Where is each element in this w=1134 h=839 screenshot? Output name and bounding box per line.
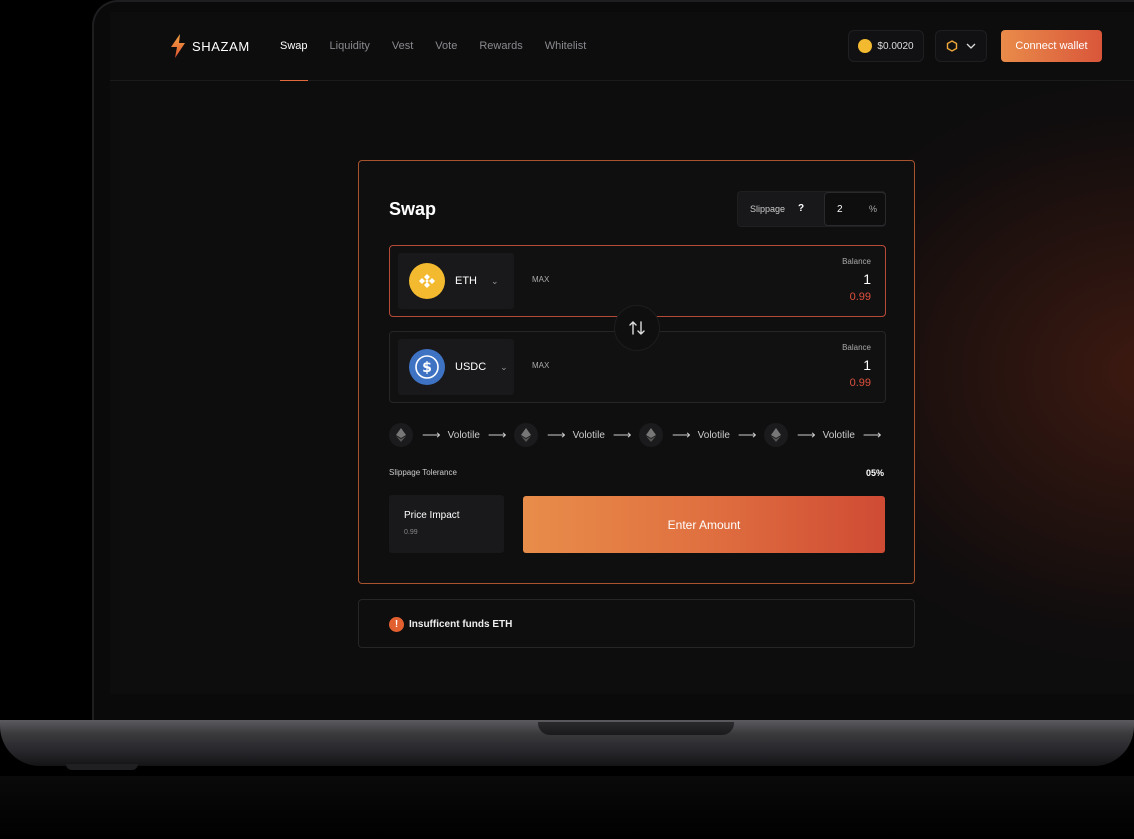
- nav-item-swap[interactable]: Swap: [280, 40, 308, 81]
- surface-reflection: [0, 776, 1134, 839]
- alert-banner: ! Insufficent funds ETH: [358, 599, 915, 648]
- arrow-right-icon: ⟶: [797, 427, 816, 442]
- nav-item-rewards[interactable]: Rewards: [479, 40, 522, 52]
- arrow-right-icon: ⟶: [612, 427, 632, 442]
- token-price-pill[interactable]: $0.0020: [848, 30, 924, 62]
- route-step: ⟶ Volotile ⟶: [639, 423, 764, 447]
- slippage-tolerance-label: Slippage Tolerance: [389, 468, 457, 477]
- eth-icon: [639, 423, 663, 447]
- price-impact-box: Price Impact 0.99: [389, 495, 504, 553]
- eth-icon: [514, 423, 538, 447]
- to-balance-value[interactable]: 1: [863, 357, 871, 373]
- slippage-control: Slippage ? 2 %: [737, 191, 886, 227]
- price-impact-label: Price Impact: [404, 510, 460, 521]
- usdc-coin-icon: $: [409, 349, 445, 385]
- logo[interactable]: SHAZAM: [170, 34, 250, 58]
- to-max-button[interactable]: MAX: [532, 361, 549, 370]
- laptop-foot: [66, 764, 138, 770]
- connect-wallet-button[interactable]: Connect wallet: [1001, 30, 1102, 62]
- swap-card: Swap Slippage ? 2 % ETH ⌄ MAX Balance 1 …: [358, 160, 915, 584]
- slippage-unit: %: [869, 204, 878, 214]
- nav-item-whitelist[interactable]: Whitelist: [545, 40, 587, 52]
- app-screen: SHAZAM Swap Liquidity Vest Vote Rewards …: [110, 12, 1134, 694]
- from-balance-label: Balance: [842, 257, 871, 266]
- route-step: ⟶ Volotile ⟶: [764, 423, 889, 447]
- warning-icon: !: [389, 617, 404, 632]
- slippage-label: Slippage: [750, 204, 786, 214]
- from-usd-value: 0.99: [849, 291, 871, 303]
- chevron-down-icon: ⌄: [491, 275, 499, 286]
- swap-arrows-icon: [629, 321, 645, 335]
- alert-message: Insufficent funds ETH: [409, 619, 513, 630]
- arrow-right-icon: ⟶: [672, 427, 691, 442]
- route-step: ⟶ Volotile ⟶: [389, 423, 514, 447]
- price-impact-value: 0.99: [404, 529, 418, 536]
- bnb-coin-icon: [409, 263, 445, 299]
- logo-text: SHAZAM: [192, 38, 250, 54]
- route-label: Volotile: [697, 429, 730, 441]
- shazam-coin-icon: [858, 39, 873, 53]
- from-token-name: ETH: [455, 275, 477, 287]
- nav-item-vest[interactable]: Vest: [392, 40, 413, 52]
- eth-icon: [389, 423, 413, 447]
- to-token-name: USDC: [455, 361, 487, 373]
- to-balance-label: Balance: [842, 343, 871, 352]
- to-usd-value: 0.99: [849, 377, 871, 389]
- from-max-button[interactable]: MAX: [532, 275, 549, 284]
- eth-icon: [764, 423, 788, 447]
- swap-title: Swap: [389, 199, 437, 219]
- laptop-notch: [538, 722, 734, 735]
- nav-item-liquidity[interactable]: Liquidity: [330, 40, 370, 52]
- nav-item-vote[interactable]: Vote: [435, 40, 457, 52]
- bolt-icon: [171, 34, 185, 58]
- help-icon[interactable]: ?: [798, 203, 804, 214]
- route-label: Volotile: [447, 429, 480, 441]
- svg-text:$: $: [422, 360, 432, 376]
- route-label: Volotile: [572, 429, 605, 441]
- arrow-right-icon: ⟶: [737, 427, 757, 442]
- slippage-input[interactable]: 2 %: [824, 192, 886, 226]
- slippage-value: 2: [837, 204, 843, 215]
- swap-direction-button[interactable]: [614, 305, 660, 351]
- arrow-right-icon: ⟶: [547, 427, 566, 442]
- arrow-right-icon: ⟶: [862, 427, 882, 442]
- chevron-down-icon: ⌄: [500, 361, 508, 372]
- route-label: Volotile: [822, 429, 855, 441]
- swap-route: ⟶ Volotile ⟶ ⟶ Volotile ⟶ ⟶ Volotile ⟶ ⟶…: [389, 423, 889, 447]
- enter-amount-button[interactable]: Enter Amount: [523, 496, 885, 553]
- chevron-down-icon: [966, 43, 976, 49]
- token-price: $0.0020: [877, 40, 914, 52]
- network-selector[interactable]: [935, 30, 987, 62]
- route-step: ⟶ Volotile ⟶: [514, 423, 639, 447]
- slippage-tolerance-value: 05%: [865, 468, 884, 478]
- from-token-selector[interactable]: ETH ⌄: [398, 253, 514, 309]
- network-hexagon-icon: [946, 40, 958, 52]
- to-token-selector[interactable]: $ USDC ⌄: [398, 339, 514, 395]
- arrow-right-icon: ⟶: [422, 427, 441, 442]
- from-balance-value[interactable]: 1: [863, 271, 871, 287]
- main-nav: Swap Liquidity Vest Vote Rewards Whiteli…: [280, 40, 608, 81]
- top-navigation: SHAZAM Swap Liquidity Vest Vote Rewards …: [110, 12, 1134, 81]
- arrow-right-icon: ⟶: [487, 427, 507, 442]
